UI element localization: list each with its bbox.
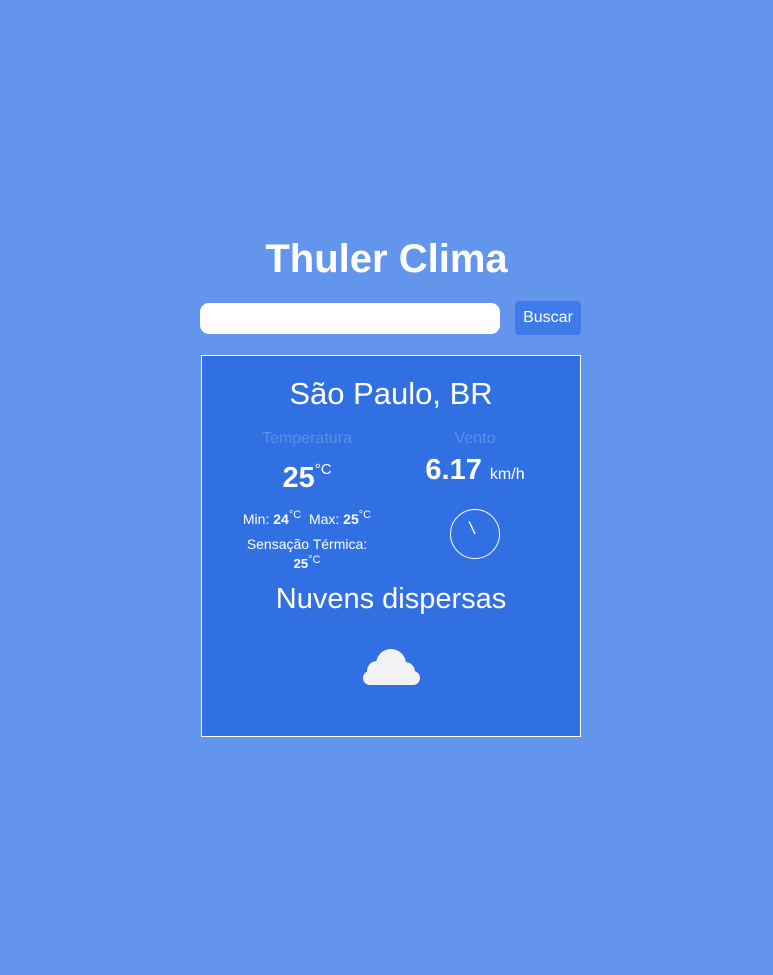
- temperature-label: Temperatura: [262, 430, 352, 447]
- wind-speed-unit: km/h: [489, 466, 525, 483]
- search-bar: Buscar: [200, 301, 581, 335]
- app-title: Thuler Clima: [265, 237, 508, 281]
- max-label: Max:: [308, 511, 340, 527]
- weather-card: São Paulo, BR Temperatura 25°C Min: 24°C…: [201, 355, 581, 737]
- wind-speed: 6.17 km/h: [400, 453, 550, 492]
- min-unit: °C: [288, 509, 302, 521]
- wind-speed-value: 6.17: [425, 454, 482, 486]
- min-max: Min: 24°C Max: 25°C: [222, 506, 392, 528]
- feels-like-label: Sensação Térmica:: [246, 536, 368, 552]
- weather-description: Nuvens dispersas: [275, 583, 507, 615]
- app-root: Thuler Clima Buscar São Paulo, BR Temper…: [0, 0, 773, 975]
- temperature-value: 25°C: [222, 453, 392, 495]
- temperature-unit: °C: [314, 461, 332, 478]
- min-value: 24: [273, 511, 289, 527]
- city-name: São Paulo, BR: [289, 376, 493, 411]
- search-button[interactable]: Buscar: [515, 301, 581, 335]
- wind-direction-compass-icon: [450, 509, 500, 559]
- temperature-number: 25: [282, 462, 315, 494]
- wind-section: Vento 6.17 km/h: [400, 430, 550, 560]
- wind-label: Vento: [454, 430, 496, 447]
- feels-like-unit: °C: [308, 554, 321, 566]
- compass-needle: [468, 521, 476, 535]
- city-search-input[interactable]: [200, 303, 500, 334]
- cloud-icon: [363, 649, 420, 685]
- max-value: 25: [343, 511, 359, 527]
- feels-like-number: 25: [293, 556, 309, 571]
- min-label: Min:: [242, 511, 270, 527]
- feels-like-value: 25°C: [222, 552, 392, 572]
- max-unit: °C: [358, 509, 372, 521]
- temperature-section: Temperatura 25°C Min: 24°C Max: 25°C Sen…: [222, 430, 392, 572]
